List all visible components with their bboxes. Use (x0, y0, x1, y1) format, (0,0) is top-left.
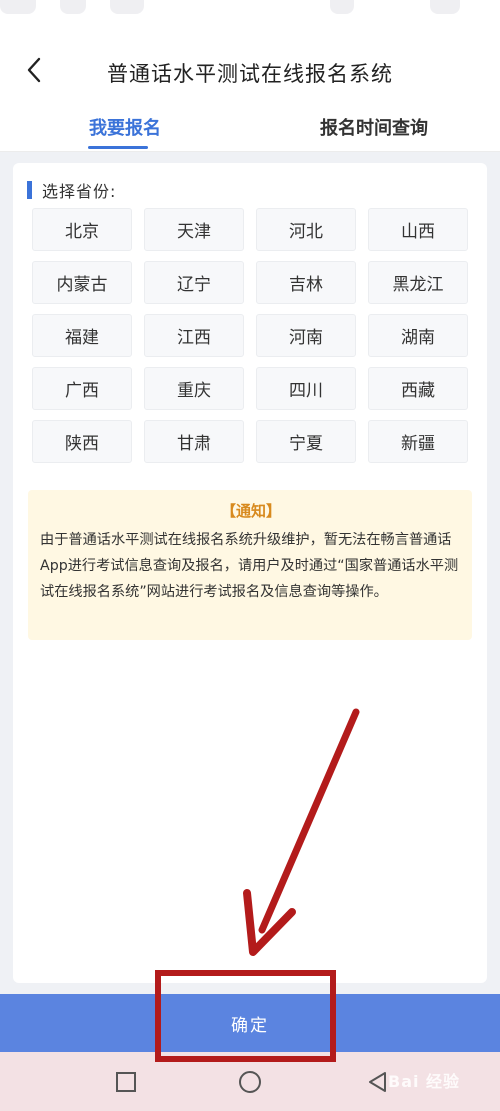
app-header: 普通话水平测试在线报名系统 (0, 40, 500, 100)
status-bar-blot (330, 0, 354, 14)
notice-body: 由于普通话水平测试在线报名系统升级维护，暂无法在畅言普通话App进行考试信息查询… (40, 532, 459, 600)
notice-title: 【通知】 (220, 502, 281, 520)
square-icon[interactable] (114, 1070, 138, 1094)
province-option[interactable]: 江西 (144, 314, 244, 357)
province-grid: 北京 天津 河北 山西 内蒙古 辽宁 吉林 黑龙江 福建 江西 河南 湖南 广西… (32, 208, 468, 463)
province-option[interactable]: 湖南 (368, 314, 468, 357)
province-option[interactable]: 西藏 (368, 367, 468, 410)
section-marker (27, 181, 32, 199)
province-card: 选择省份: 北京 天津 河北 山西 内蒙古 辽宁 吉林 黑龙江 福建 江西 河南… (13, 163, 487, 983)
tab-register[interactable]: 我要报名 (89, 114, 161, 140)
confirm-button[interactable]: 确定 (0, 994, 500, 1052)
circle-icon[interactable] (238, 1070, 262, 1094)
status-bar-blot (110, 0, 144, 14)
active-tab-indicator (88, 146, 148, 149)
tab-schedule-query[interactable]: 报名时间查询 (320, 114, 428, 140)
province-option[interactable]: 内蒙古 (32, 261, 132, 304)
notice-box: 【通知】 由于普通话水平测试在线报名系统升级维护，暂无法在畅言普通话App进行考… (28, 490, 472, 640)
tab-bar: 我要报名 报名时间查询 (0, 100, 500, 152)
province-option[interactable]: 山西 (368, 208, 468, 251)
province-option[interactable]: 新疆 (368, 420, 468, 463)
page-title: 普通话水平测试在线报名系统 (107, 62, 393, 86)
province-option[interactable]: 广西 (32, 367, 132, 410)
province-option[interactable]: 天津 (144, 208, 244, 251)
province-option[interactable]: 河南 (256, 314, 356, 357)
province-option[interactable]: 辽宁 (144, 261, 244, 304)
province-option[interactable]: 吉林 (256, 261, 356, 304)
status-bar-blot (430, 0, 460, 14)
status-bar-blot (0, 0, 36, 14)
province-option[interactable]: 福建 (32, 314, 132, 357)
province-option[interactable]: 北京 (32, 208, 132, 251)
section-heading: 选择省份: (27, 178, 116, 202)
province-option[interactable]: 甘肃 (144, 420, 244, 463)
status-bar-blot (60, 0, 86, 14)
confirm-label: 确定 (231, 1015, 269, 1036)
province-option[interactable]: 陕西 (32, 420, 132, 463)
watermark: Bai 经验 (388, 1072, 461, 1091)
province-option[interactable]: 河北 (256, 208, 356, 251)
province-option[interactable]: 黑龙江 (368, 261, 468, 304)
province-option[interactable]: 重庆 (144, 367, 244, 410)
triangle-left-icon[interactable] (366, 1070, 390, 1094)
status-bar (0, 0, 500, 40)
section-label: 选择省份: (42, 182, 117, 201)
province-option[interactable]: 四川 (256, 367, 356, 410)
province-option[interactable]: 宁夏 (256, 420, 356, 463)
